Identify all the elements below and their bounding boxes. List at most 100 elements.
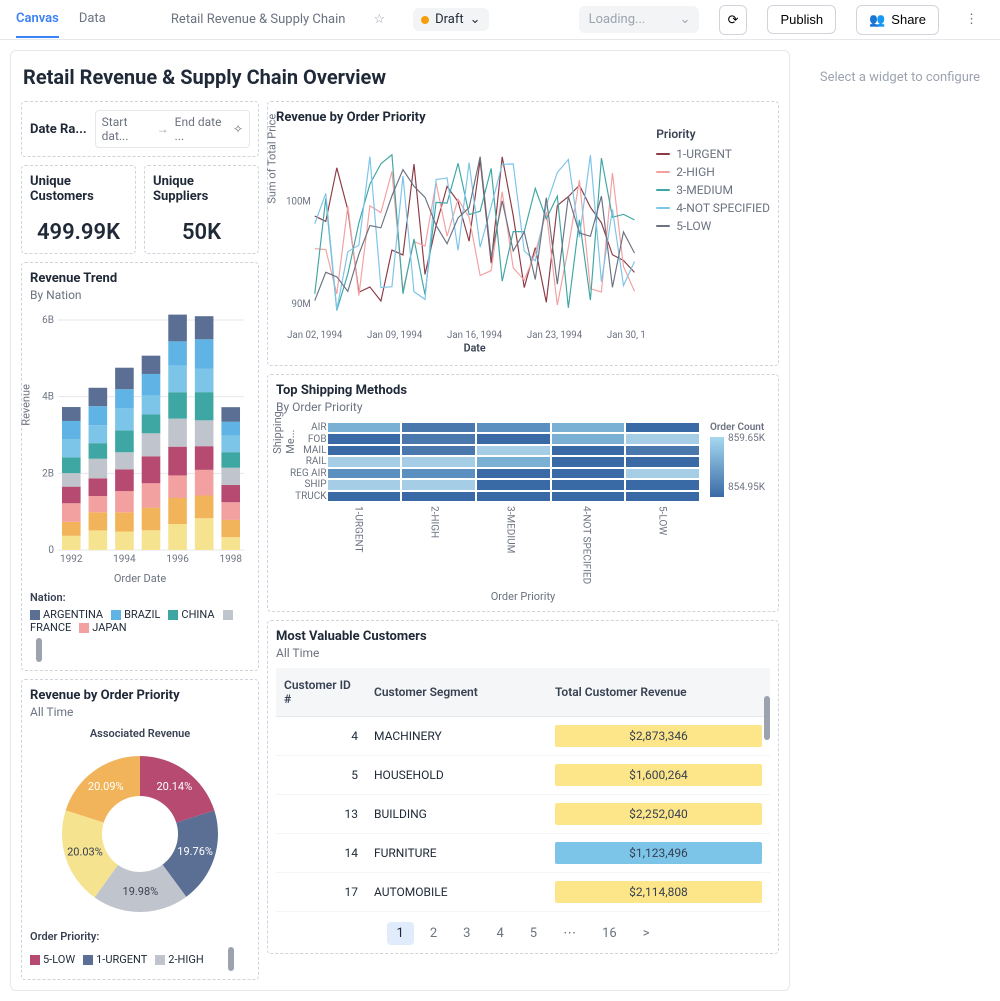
widget-title: Top Shipping Methods — [276, 383, 770, 398]
page-number[interactable]: 4 — [486, 922, 513, 945]
heatmap-colorbar: Order Count 859.65K 854.95K — [710, 422, 770, 502]
status-dot-icon — [421, 16, 429, 24]
share-label: Share — [891, 12, 926, 27]
legend-item[interactable]: 5-LOW — [656, 219, 770, 233]
svg-text:2B: 2B — [42, 468, 54, 479]
widget-title: Revenue Trend — [30, 271, 250, 286]
svg-text:1996: 1996 — [166, 554, 189, 565]
donut-center-label: Associated Revenue — [30, 727, 250, 740]
more-menu-icon[interactable]: ⋮ — [959, 12, 984, 27]
y-axis-label: Revenue — [20, 384, 33, 426]
legend-item[interactable]: 2-HIGH — [155, 953, 203, 966]
refresh-icon: ⟳ — [728, 12, 739, 28]
page-number[interactable]: 1 — [387, 922, 414, 945]
date-range-picker[interactable]: Start dat... → End date ... ✧ — [95, 110, 250, 148]
table-scrollbar[interactable] — [764, 696, 770, 740]
legend-item[interactable]: 3-MEDIUM — [656, 183, 770, 197]
widget-shipping-heatmap: Top Shipping Methods By Order Priority S… — [267, 374, 779, 612]
chevron-down-icon: ⌄ — [470, 12, 481, 27]
legend-item[interactable]: ARGENTINA — [30, 608, 103, 621]
content-area: Retail Revenue & Supply Chain Overview D… — [0, 40, 1000, 1001]
svg-text:Jan 30, 1994: Jan 30, 1994 — [607, 330, 644, 341]
sparkle-icon[interactable]: ✧ — [233, 122, 243, 136]
draft-status-dropdown[interactable]: Draft ⌄ — [413, 8, 488, 31]
svg-text:20.09%: 20.09% — [88, 780, 124, 793]
widget-revenue-trend: Revenue Trend By Nation Revenue 02B4B6B1… — [21, 262, 259, 671]
view-tabs: Canvas Data — [16, 1, 106, 38]
kpi-label: Unique Customers — [30, 174, 127, 204]
table-row[interactable]: 5HOUSEHOLD$1,600,264 — [276, 756, 770, 795]
kpi-label: Unique Suppliers — [153, 174, 250, 204]
y-axis-label: Sum of Total Price — [266, 114, 279, 204]
line-legend: Priority 1-URGENT2-HIGH3-MEDIUM4-NOT SPE… — [656, 127, 770, 357]
status-label: Draft — [435, 12, 464, 27]
revenue-trend-legend: Nation: ARGENTINABRAZILCHINAFRANCEJAPAN — [30, 591, 250, 662]
end-date-input[interactable]: End date ... — [175, 115, 227, 143]
svg-text:Jan 02, 1994: Jan 02, 1994 — [287, 330, 343, 341]
table-header[interactable]: Customer ID # — [276, 668, 366, 717]
refresh-button[interactable]: ⟳ — [719, 5, 748, 35]
y-axis-label: Shipping Me... — [271, 411, 297, 454]
legend-scrollbar[interactable] — [228, 947, 234, 971]
legend-item[interactable]: 4-NOT SPECIFIED — [656, 201, 770, 215]
loading-select[interactable]: Loading... — [579, 6, 699, 33]
page-title: Retail Revenue & Supply Chain Overview — [21, 61, 779, 101]
dashboard-container: Retail Revenue & Supply Chain Overview D… — [10, 50, 790, 991]
kpi-value: 499.99K — [30, 220, 127, 245]
svg-text:19.98%: 19.98% — [123, 885, 159, 898]
svg-text:90M: 90M — [292, 299, 311, 310]
kpi-value: 50K — [153, 220, 250, 245]
svg-text:100M: 100M — [286, 197, 311, 208]
main-canvas: Retail Revenue & Supply Chain Overview D… — [0, 40, 800, 1001]
page-number[interactable]: 5 — [520, 922, 547, 945]
heatmap-grid — [327, 422, 700, 502]
widget-title: Most Valuable Customers — [276, 629, 770, 644]
legend-item[interactable]: CHINA — [168, 608, 214, 621]
page-number[interactable]: ⋯ — [553, 922, 586, 945]
page-number[interactable]: 2 — [420, 922, 447, 945]
svg-text:0: 0 — [48, 545, 54, 556]
legend-item[interactable]: 1-URGENT — [83, 953, 147, 966]
page-next[interactable]: > — [633, 922, 660, 945]
revenue-trend-chart: Revenue 02B4B6B1992199419961998 — [30, 310, 250, 570]
favorite-icon[interactable]: ☆ — [373, 12, 385, 27]
tab-canvas[interactable]: Canvas — [16, 1, 59, 38]
widget-title: Revenue by Order Priority — [30, 688, 250, 703]
tab-data[interactable]: Data — [79, 1, 106, 38]
table-row[interactable]: 4MACHINERY$2,873,346 — [276, 717, 770, 756]
legend-item[interactable]: 2-HIGH — [656, 165, 770, 179]
publish-button[interactable]: Publish — [767, 5, 836, 34]
svg-text:6B: 6B — [42, 315, 54, 326]
table-row[interactable]: 13BUILDING$2,252,040 — [276, 795, 770, 834]
date-range-filter: Date Ra... Start dat... → End date ... ✧ — [21, 101, 259, 157]
page-number[interactable]: 16 — [592, 922, 627, 945]
line-chart: Sum of Total Price 90M100MJan 02, 1994Ja… — [276, 127, 644, 357]
colorbar-gradient — [710, 437, 724, 497]
page-number[interactable]: 3 — [453, 922, 480, 945]
legend-scrollbar[interactable] — [36, 638, 42, 662]
svg-text:Jan 23, 1994: Jan 23, 1994 — [527, 330, 583, 341]
svg-text:1992: 1992 — [60, 554, 83, 565]
legend-item[interactable]: BRAZIL — [111, 608, 160, 621]
svg-text:1998: 1998 — [219, 554, 242, 565]
table-row[interactable]: 17AUTOMOBILE$2,114,808 — [276, 873, 770, 912]
widget-subtitle: By Order Priority — [276, 400, 770, 414]
heatmap-col-labels: 1-URGENT2-HIGH3-MEDIUM4-NOT SPECIFIED5-L… — [320, 506, 700, 584]
svg-text:20.14%: 20.14% — [156, 780, 192, 793]
widget-revenue-priority-line: Revenue by Order Priority Sum of Total P… — [267, 101, 779, 366]
svg-text:Jan 09, 1994: Jan 09, 1994 — [367, 330, 423, 341]
table-row[interactable]: 14FURNITURE$1,123,496 — [276, 834, 770, 873]
legend-item[interactable]: 5-LOW — [30, 953, 75, 966]
legend-title: Order Priority: — [30, 930, 99, 943]
donut-chart: 20.14%19.76%19.98%20.03%20.09% — [40, 744, 240, 924]
table-header[interactable]: Total Customer Revenue — [547, 668, 770, 717]
table-header[interactable]: Customer Segment — [366, 668, 547, 717]
share-button[interactable]: 👥 Share — [856, 5, 939, 35]
start-date-input[interactable]: Start dat... — [102, 115, 151, 143]
colorbar-title: Order Count — [710, 422, 770, 433]
widget-customers-table: Most Valuable Customers All Time Custome… — [267, 620, 779, 954]
legend-item[interactable]: JAPAN — [79, 621, 126, 634]
arrow-right-icon: → — [157, 122, 169, 136]
donut-legend: Order Priority: 5-LOW 1-URGENT 2-HIGH — [30, 930, 250, 971]
legend-item[interactable]: 1-URGENT — [656, 147, 770, 161]
